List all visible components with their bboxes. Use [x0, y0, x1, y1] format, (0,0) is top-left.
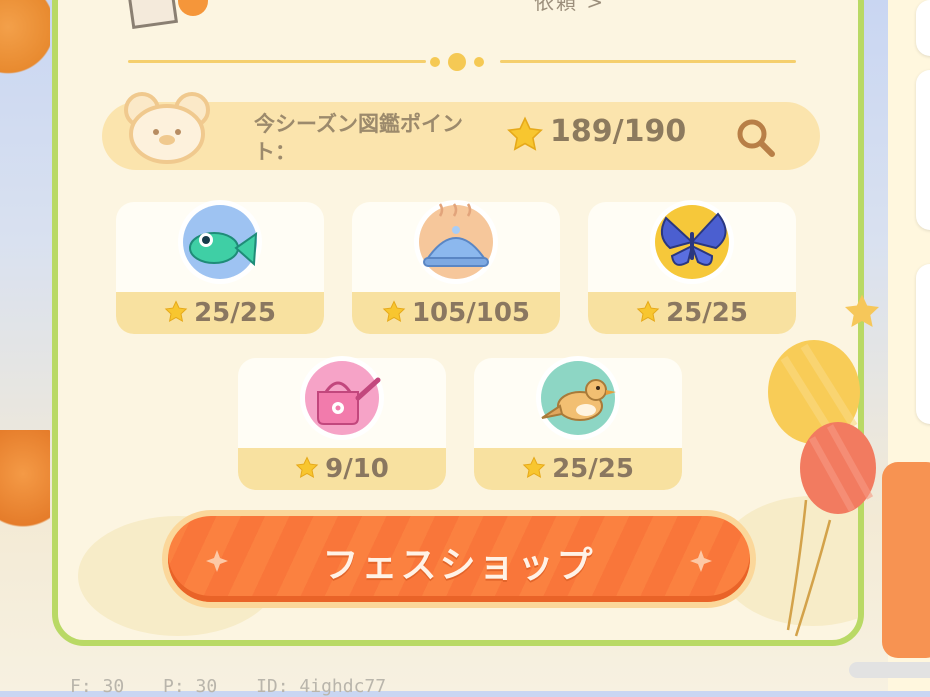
fox-ear-decoration — [0, 0, 50, 90]
festival-collection-panel: 依頼 > 今シーズン図鑑ポイント： 189/190 25/25 105/105 … — [52, 0, 864, 646]
star-decoration-icon — [845, 294, 879, 327]
season-points-bar: 今シーズン図鑑ポイント： 189/190 — [102, 92, 820, 170]
sparkle-icon — [690, 550, 712, 572]
category-count-text: 105/105 — [411, 298, 531, 328]
side-orange-tab[interactable] — [882, 462, 930, 658]
fes-shop-label[interactable]: フェスショップ — [168, 536, 750, 588]
star-icon — [636, 300, 660, 322]
category-count: 25/25 — [588, 298, 796, 328]
star-icon — [164, 300, 188, 322]
season-points-value: 189/190 — [550, 114, 687, 149]
category-count-text: 25/25 — [194, 298, 276, 328]
season-points-label: 今シーズン図鑑ポイント： — [254, 112, 463, 164]
category-count: 25/25 — [474, 454, 682, 484]
category-card-garden[interactable]: 9/10 — [238, 356, 446, 490]
fox-tail-decoration — [0, 430, 50, 540]
footer-f-value: F: 30 — [70, 676, 125, 697]
category-count: 105/105 — [352, 298, 560, 328]
request-link-text[interactable]: 依頼 > — [534, 0, 605, 15]
watering-can-icon — [300, 356, 384, 440]
divider-left — [128, 60, 426, 63]
category-card-bird[interactable]: 25/25 — [474, 356, 682, 490]
footer-id-value: ID: 4ighdc77 — [256, 676, 387, 697]
category-count-text: 25/25 — [666, 298, 748, 328]
search-icon[interactable] — [732, 114, 780, 162]
fish-icon — [178, 200, 262, 284]
balloon-icon — [178, 0, 208, 16]
category-card-fish[interactable]: 25/25 — [116, 200, 324, 334]
bird-icon — [536, 356, 620, 440]
star-icon — [382, 300, 406, 322]
bear-icon — [124, 92, 210, 164]
debug-footer: F: 30 P: 30 ID: 4ighdc77 — [70, 676, 414, 697]
side-card[interactable] — [916, 0, 930, 56]
fes-shop-button[interactable]: フェスショップ — [162, 510, 756, 608]
letter-illustration — [127, 0, 179, 30]
divider-dots — [430, 51, 486, 71]
category-count-text: 9/10 — [325, 454, 389, 484]
fes-shop-button-face[interactable]: フェスショップ — [168, 516, 750, 602]
dish-cover-icon — [414, 200, 498, 284]
category-count: 9/10 — [238, 454, 446, 484]
category-card-butterfly[interactable]: 25/25 — [588, 200, 796, 334]
star-icon — [522, 456, 546, 478]
side-scrollbar[interactable] — [849, 662, 930, 678]
divider-right — [500, 60, 796, 63]
star-icon — [295, 456, 319, 478]
footer-p-value: P: 30 — [163, 676, 218, 697]
star-icon — [507, 116, 543, 151]
side-card[interactable] — [916, 264, 930, 424]
category-count: 25/25 — [116, 298, 324, 328]
category-card-dish[interactable]: 105/105 — [352, 200, 560, 334]
category-count-text: 25/25 — [552, 454, 634, 484]
red-balloon-decoration — [800, 422, 876, 514]
butterfly-icon — [650, 200, 734, 284]
side-card[interactable] — [916, 70, 930, 230]
